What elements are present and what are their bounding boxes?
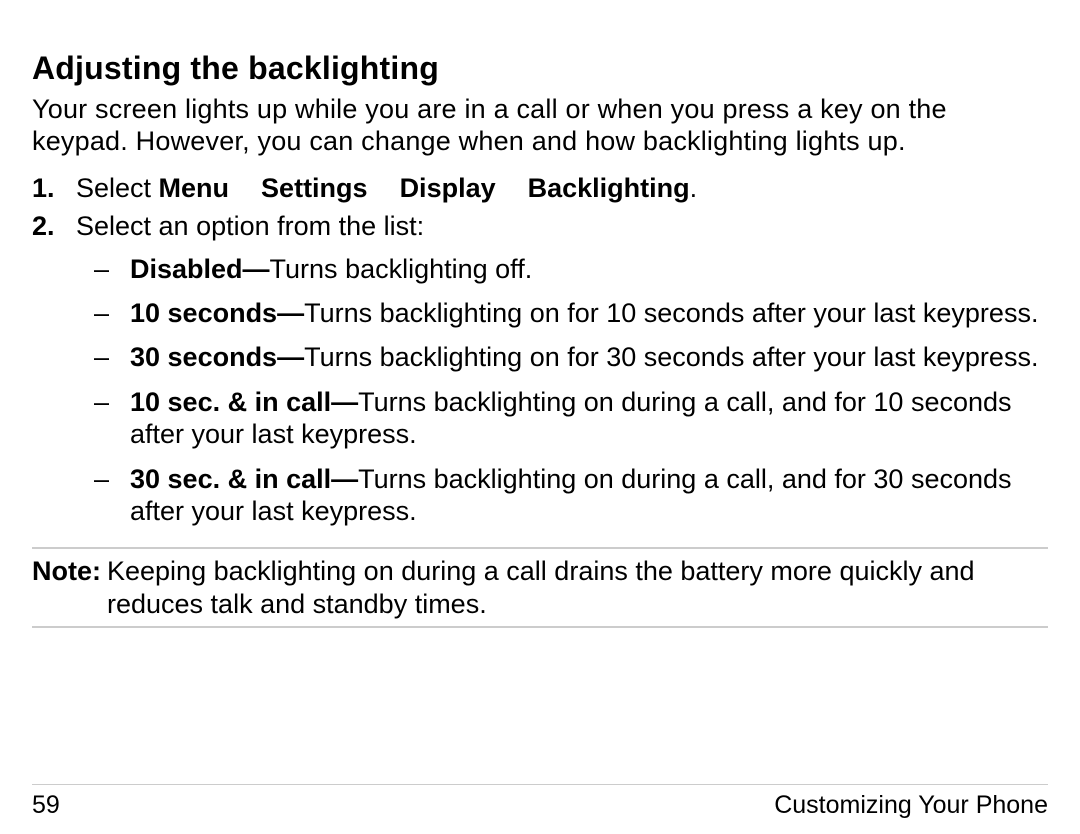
option-body: 10 seconds—Turns backlighting on for 10 … bbox=[130, 297, 1048, 329]
option-body: 30 sec. & in call—Turns backlighting on … bbox=[130, 463, 1048, 528]
nav-menu: Menu bbox=[159, 173, 230, 203]
step1-prefix: Select bbox=[76, 173, 159, 203]
step-1: 1. Select Menu Settings Display Backlightin… bbox=[32, 172, 1048, 204]
step-2: 2. Select an option from the list: – Dis… bbox=[32, 210, 1048, 539]
option-item: – 30 seconds—Turns backlighting on for 3… bbox=[76, 341, 1048, 373]
option-label: 10 seconds— bbox=[130, 298, 304, 328]
page-footer: 59 Customizing Your Phone bbox=[32, 784, 1048, 820]
option-body: Disabled—Turns backlighting off. bbox=[130, 253, 1048, 285]
nav-settings: Settings bbox=[261, 173, 368, 203]
section-heading: Adjusting the backlighting bbox=[32, 50, 1048, 87]
footer-section-title: Customizing Your Phone bbox=[774, 791, 1048, 820]
bullet-dash: – bbox=[76, 297, 130, 329]
step-body: Select an option from the list: – Disabl… bbox=[76, 210, 1048, 539]
options-list: – Disabled—Turns backlighting off. – 10 … bbox=[76, 253, 1048, 528]
document-page: Adjusting the backlighting Your screen l… bbox=[0, 0, 1080, 834]
option-label: Disabled— bbox=[130, 254, 270, 284]
note-text: Keeping backlighting on during a call dr… bbox=[107, 555, 1048, 620]
step2-text: Select an option from the list: bbox=[76, 211, 424, 241]
step1-suffix: . bbox=[690, 173, 698, 203]
option-body: 30 seconds—Turns backlighting on for 30 … bbox=[130, 341, 1048, 373]
option-body: 10 sec. & in call—Turns backlighting on … bbox=[130, 386, 1048, 451]
intro-paragraph: Your screen lights up while you are in a… bbox=[32, 93, 1048, 158]
bullet-dash: – bbox=[76, 386, 130, 451]
page-number: 59 bbox=[32, 791, 60, 820]
step-body: Select Menu Settings Display Backlighting. bbox=[76, 172, 1048, 204]
note-label: Note: bbox=[32, 555, 101, 620]
option-item: – 10 seconds—Turns backlighting on for 1… bbox=[76, 297, 1048, 329]
option-item: – 10 sec. & in call—Turns backlighting o… bbox=[76, 386, 1048, 451]
steps-list: 1. Select Menu Settings Display Backlightin… bbox=[32, 172, 1048, 540]
option-label: 10 sec. & in call— bbox=[130, 387, 358, 417]
option-desc: Turns backlighting on for 10 seconds aft… bbox=[304, 298, 1038, 328]
step-number: 1. bbox=[32, 172, 76, 204]
option-desc: Turns backlighting on for 30 seconds aft… bbox=[304, 342, 1038, 372]
option-item: – Disabled—Turns backlighting off. bbox=[76, 253, 1048, 285]
nav-display: Display bbox=[400, 173, 496, 203]
bullet-dash: – bbox=[76, 463, 130, 528]
option-item: – 30 sec. & in call—Turns backlighting o… bbox=[76, 463, 1048, 528]
step-number: 2. bbox=[32, 210, 76, 539]
option-label: 30 sec. & in call— bbox=[130, 464, 358, 494]
bullet-dash: – bbox=[76, 341, 130, 373]
bullet-dash: – bbox=[76, 253, 130, 285]
option-label: 30 seconds— bbox=[130, 342, 304, 372]
note-block: Note: Keeping backlighting on during a c… bbox=[32, 547, 1048, 628]
option-desc: Turns backlighting off. bbox=[270, 254, 533, 284]
nav-backlighting: Backlighting bbox=[528, 173, 690, 203]
